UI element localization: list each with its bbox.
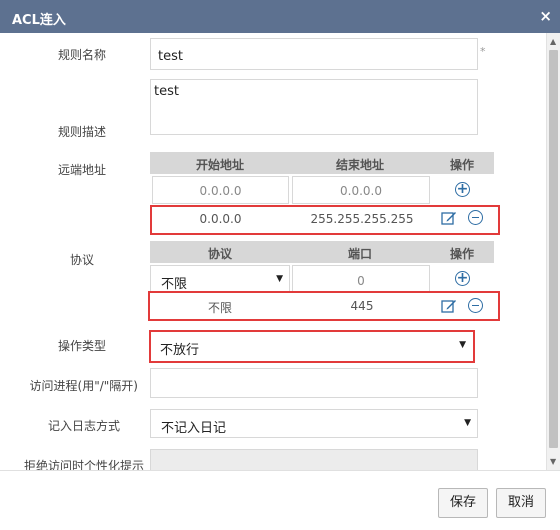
address-table-header: 开始地址 结束地址 操作 xyxy=(150,152,494,174)
log-mode-value: 不记入日记 xyxy=(161,421,227,436)
protocol-row-port: 445 xyxy=(350,299,374,313)
dialog-title: ACL连入 xyxy=(12,13,66,28)
header-port: 端口 xyxy=(347,247,372,261)
scroll-up-icon[interactable]: ▲ xyxy=(550,37,556,46)
access-process-label: 访问进程(用"/"隔开) xyxy=(29,379,138,393)
protocol-select-value: 不限 xyxy=(161,277,188,292)
add-address-button[interactable]: + xyxy=(455,182,470,197)
scrollbar-thumb[interactable] xyxy=(549,50,558,448)
scroll-down-icon[interactable]: ▼ xyxy=(550,457,556,466)
log-mode-select[interactable]: 不记入日记 ▼ xyxy=(150,409,478,438)
rule-name-label: 规则名称 xyxy=(57,48,106,62)
protocol-select[interactable]: 不限 ▼ xyxy=(150,265,290,293)
start-address-input[interactable]: 0.0.0.0 xyxy=(152,176,289,204)
remove-address-button[interactable] xyxy=(468,210,483,225)
close-icon[interactable]: × xyxy=(539,7,552,25)
header-address-action: 操作 xyxy=(449,158,474,172)
remote-address-label: 远端地址 xyxy=(57,163,106,177)
port-input[interactable]: 0 xyxy=(292,265,430,293)
action-type-label: 操作类型 xyxy=(57,339,106,353)
deny-prompt-input[interactable] xyxy=(150,449,478,470)
access-process-input[interactable] xyxy=(150,368,478,398)
header-protocol: 协议 xyxy=(207,247,232,261)
action-type-value: 不放行 xyxy=(160,343,200,358)
dialog-footer: 保存 取消 xyxy=(0,470,560,530)
edit-icon[interactable] xyxy=(441,298,457,314)
dropdown-arrow-icon: ▼ xyxy=(276,274,283,284)
protocol-label: 协议 xyxy=(69,253,94,267)
deny-prompt-label: 拒绝访问时个性化提示 xyxy=(23,459,144,470)
dropdown-arrow-icon: ▼ xyxy=(464,418,471,428)
header-end-address: 结束地址 xyxy=(335,158,384,172)
remove-protocol-button[interactable] xyxy=(468,298,483,313)
dialog-content: 规则名称 test * test 规则描述 远端地址 开始地址 结束地址 操作 … xyxy=(0,33,546,470)
action-type-select[interactable]: 不放行 ▼ xyxy=(152,333,472,360)
address-row-end: 255.255.255.255 xyxy=(310,212,414,226)
log-mode-label: 记入日志方式 xyxy=(47,419,120,433)
add-protocol-button[interactable]: + xyxy=(455,271,470,286)
rule-desc-label: 规则描述 xyxy=(57,125,106,139)
edit-icon[interactable] xyxy=(441,210,457,226)
dialog-titlebar: ACL连入 × xyxy=(0,0,560,33)
vertical-scrollbar[interactable]: ▲ ▼ xyxy=(546,33,560,470)
header-protocol-action: 操作 xyxy=(449,247,474,261)
protocol-table-header: 协议 端口 操作 xyxy=(150,241,494,263)
address-row-start: 0.0.0.0 xyxy=(199,212,242,226)
header-start-address: 开始地址 xyxy=(195,158,244,172)
cancel-button[interactable]: 取消 xyxy=(496,488,546,518)
rule-name-input[interactable]: test xyxy=(150,38,478,70)
rule-desc-textarea[interactable]: test xyxy=(150,79,478,135)
required-mark: * xyxy=(480,45,486,58)
dropdown-arrow-icon: ▼ xyxy=(459,340,466,350)
save-button[interactable]: 保存 xyxy=(438,488,488,518)
end-address-input[interactable]: 0.0.0.0 xyxy=(292,176,430,204)
protocol-row-protocol: 不限 xyxy=(207,301,232,315)
